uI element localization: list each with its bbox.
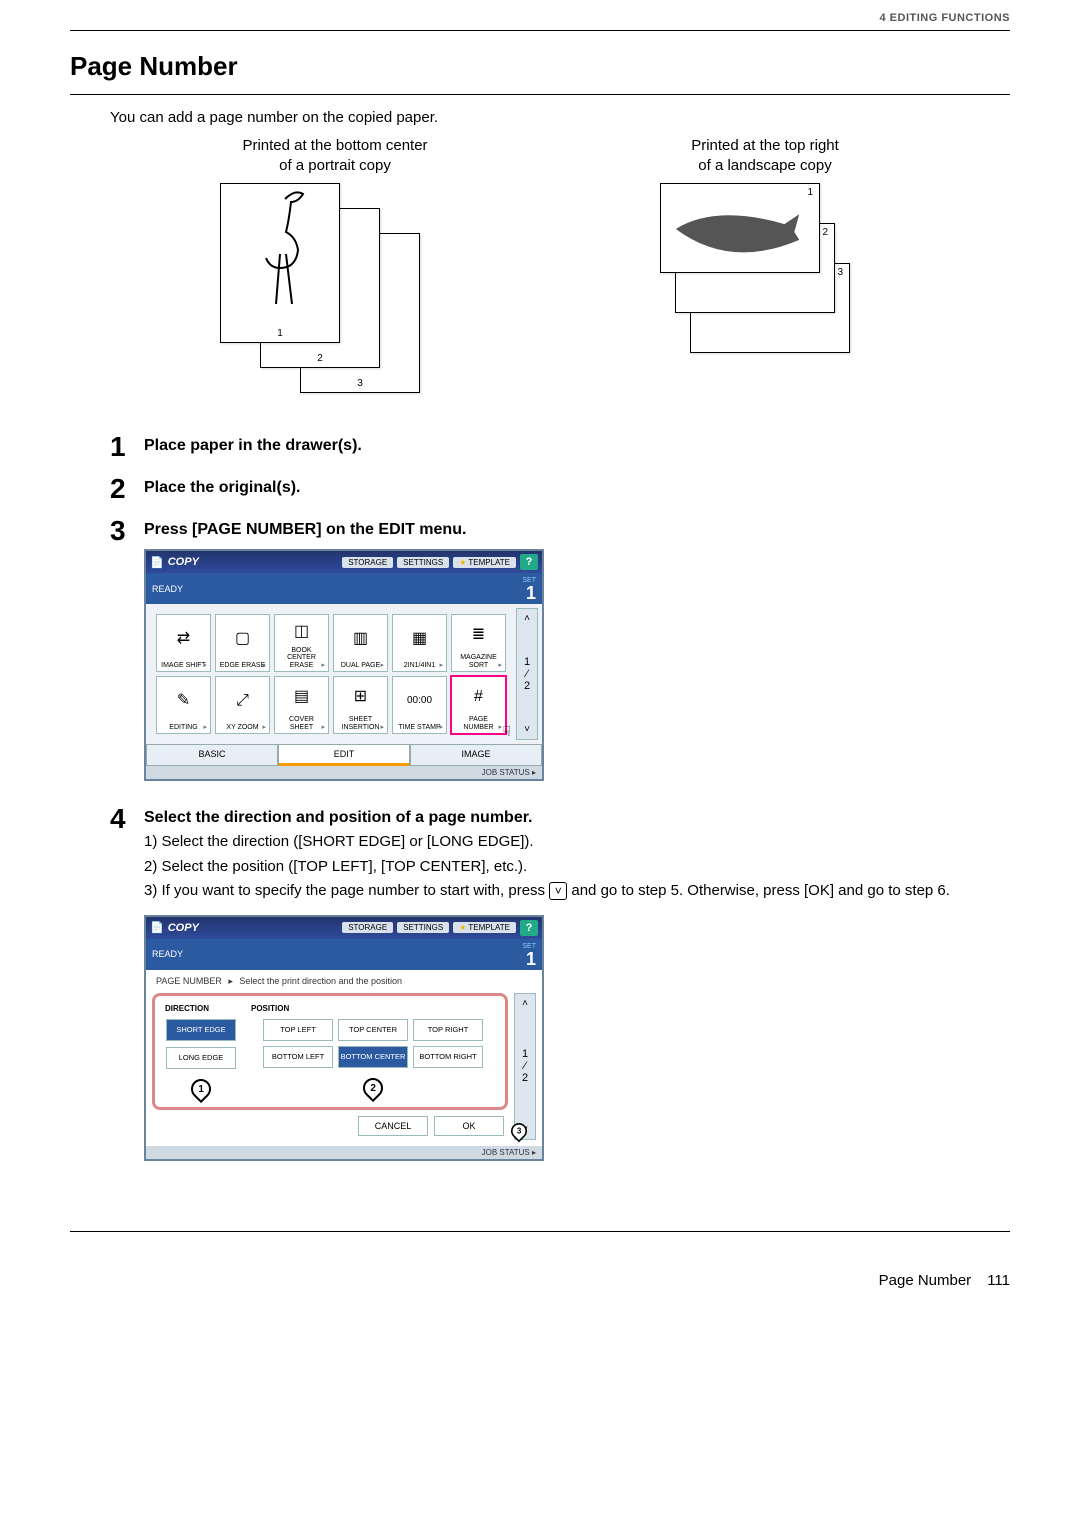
flamingo-icon: [221, 184, 339, 324]
copy-label: COPY: [168, 556, 199, 568]
intro-text: You can add a page number on the copied …: [110, 109, 1010, 126]
scroll-up-icon[interactable]: ˄: [524, 613, 530, 624]
cursor-icon: ☟: [502, 724, 511, 739]
rule-footer: [70, 1231, 1010, 1232]
step-num-3: 3: [110, 517, 144, 545]
step-num-1: 1: [110, 433, 144, 461]
direction-label: DIRECTION: [161, 1004, 241, 1013]
rule-top: [70, 30, 1010, 31]
settings-pill-2[interactable]: SETTINGS: [397, 922, 449, 933]
scroll-down-icon[interactable]: ˅: [524, 724, 530, 735]
storage-pill-2[interactable]: STORAGE: [342, 922, 393, 933]
edit-cover-sheet[interactable]: ▤COVER SHEET▸: [274, 676, 329, 734]
edit-dual-page[interactable]: ▥DUAL PAGE▸: [333, 614, 388, 672]
pos-bottom-center[interactable]: BOTTOM CENTER: [338, 1046, 408, 1068]
substeps: 1) Select the direction ([SHORT EDGE] or…: [144, 831, 1010, 903]
edit-edge-erase[interactable]: ▢EDGE ERASE▸: [215, 614, 270, 672]
storage-pill[interactable]: STORAGE: [342, 557, 393, 568]
job-status[interactable]: JOB STATUS ▸: [146, 766, 542, 779]
whale-icon: [661, 184, 819, 274]
illus-portrait-stack: 3 2 1: [210, 183, 460, 403]
ready-label: READY: [152, 584, 183, 594]
copy-label-2: COPY: [168, 922, 199, 934]
step-title-1: Place paper in the drawer(s).: [144, 437, 1010, 455]
edit-sheet-insertion[interactable]: ⊞SHEET INSERTION▸: [333, 676, 388, 734]
template-pill[interactable]: ★TEMPLATE: [453, 557, 516, 568]
pos-top-center[interactable]: TOP CENTER: [338, 1019, 408, 1041]
marker-2-icon: 2: [359, 1073, 387, 1101]
tab-edit[interactable]: EDIT: [278, 744, 410, 766]
position-label: POSITION: [247, 1004, 499, 1013]
edit-book-center-erase[interactable]: ◫BOOK CENTER ERASE▸: [274, 614, 329, 672]
scroll-up-icon-2[interactable]: ˄: [522, 998, 528, 1009]
header-breadcrumb: 4 EDITING FUNCTIONS: [70, 0, 1010, 30]
step-num-2: 2: [110, 475, 144, 503]
crumb-page-number: PAGE NUMBER: [156, 976, 222, 986]
illustration-row: Printed at the bottom center of a portra…: [110, 136, 970, 403]
step-num-4: 4: [110, 805, 144, 833]
help-button[interactable]: ?: [520, 554, 538, 570]
copy-icon: 📄: [150, 921, 164, 934]
edit-2in1-4in1[interactable]: ▦2IN1/4IN1▸: [392, 614, 447, 672]
crumb-instruction: Select the print direction and the posit…: [239, 976, 402, 986]
pos-bottom-left[interactable]: BOTTOM LEFT: [263, 1046, 333, 1068]
pos-top-right[interactable]: TOP RIGHT: [413, 1019, 483, 1041]
rule-title: [70, 94, 1010, 95]
tab-image[interactable]: IMAGE: [410, 744, 542, 766]
edit-page-number[interactable]: #PAGE NUMBER▸ ☟: [451, 676, 506, 734]
edit-editing[interactable]: ✎EDITING▸: [156, 676, 211, 734]
screenshot-edit-menu: 📄 COPY STORAGE SETTINGS ★TEMPLATE ? READ…: [144, 549, 544, 781]
copy-icon: 📄: [150, 556, 164, 569]
step-title-4: Select the direction and position of a p…: [144, 809, 1010, 827]
settings-pill[interactable]: SETTINGS: [397, 557, 449, 568]
short-edge-button[interactable]: SHORT EDGE: [166, 1019, 236, 1041]
illus-caption-right: Printed at the top right of a landscape …: [660, 136, 870, 175]
ready-label-2: READY: [152, 949, 183, 959]
ok-button[interactable]: OK: [434, 1116, 504, 1136]
job-status-2[interactable]: JOB STATUS ▸: [146, 1146, 542, 1159]
set-count: 1: [526, 583, 536, 603]
step-title-2: Place the original(s).: [144, 479, 1010, 497]
cancel-button[interactable]: CANCEL: [358, 1116, 428, 1136]
screenshot-page-number-settings: 📄 COPY STORAGE SETTINGS ★TEMPLATE ? READ…: [144, 915, 544, 1161]
page-footer: Page Number 111: [70, 1272, 1010, 1289]
illus-landscape-stack: 3 2 1: [660, 183, 870, 403]
step-title-3: Press [PAGE NUMBER] on the EDIT menu.: [144, 521, 1010, 539]
help-button-2[interactable]: ?: [520, 920, 538, 936]
template-pill-2[interactable]: ★TEMPLATE: [453, 922, 516, 933]
page-title: Page Number: [70, 51, 1010, 82]
edit-magazine-sort[interactable]: ≣MAGAZINE SORT▸: [451, 614, 506, 672]
edit-image-shift[interactable]: ⇄IMAGE SHIFT▸: [156, 614, 211, 672]
pos-bottom-right[interactable]: BOTTOM RIGHT: [413, 1046, 483, 1068]
edit-xy-zoom[interactable]: ⤢XY ZOOM▸: [215, 676, 270, 734]
long-edge-button[interactable]: LONG EDGE: [166, 1047, 236, 1069]
edit-time-stamp[interactable]: 00:00TIME STAMP▸: [392, 676, 447, 734]
illus-caption-left: Printed at the bottom center of a portra…: [210, 136, 460, 175]
marker-1-icon: 1: [187, 1074, 215, 1102]
tab-basic[interactable]: BASIC: [146, 744, 278, 766]
pos-top-left[interactable]: TOP LEFT: [263, 1019, 333, 1041]
down-chip-icon: ˅: [549, 882, 567, 900]
